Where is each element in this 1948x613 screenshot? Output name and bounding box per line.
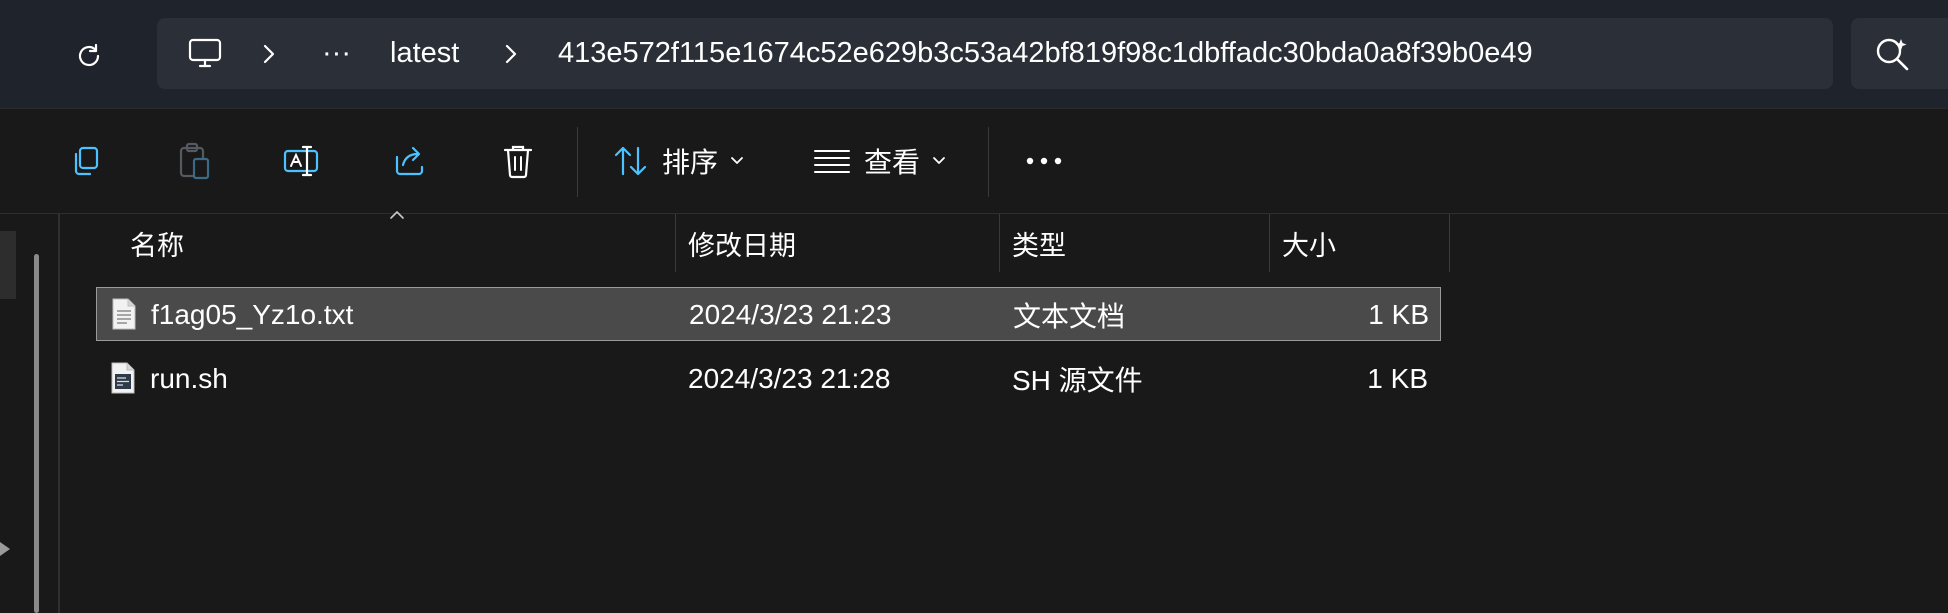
file-name: run.sh — [150, 363, 228, 394]
paste-icon — [179, 142, 210, 180]
address-region: ··· latest 413e572f115e1674c52e629b3c53a… — [0, 0, 1948, 108]
address-bar[interactable]: ··· latest 413e572f115e1674c52e629b3c53a… — [157, 18, 1833, 89]
more-options-button[interactable] — [1020, 137, 1068, 185]
this-pc-icon — [188, 38, 222, 67]
view-button[interactable]: 查看 — [812, 131, 946, 191]
sort-button[interactable]: 排序 — [612, 131, 744, 191]
paste-button[interactable] — [170, 137, 218, 185]
view-icon — [814, 150, 850, 173]
command-bar: 排序 查看 — [0, 108, 1948, 214]
breadcrumb-item-current[interactable]: 413e572f115e1674c52e629b3c53a42bf819f98c… — [558, 18, 1533, 89]
chevron-right-icon — [505, 44, 517, 63]
this-pc-button[interactable] — [187, 18, 223, 89]
delete-button[interactable] — [494, 137, 542, 185]
column-header-type[interactable]: 类型 — [999, 214, 1269, 272]
chevron-down-icon — [731, 157, 743, 164]
file-modified: 2024/3/23 21:28 — [688, 363, 891, 394]
view-label: 查看 — [864, 147, 921, 178]
file-modified: 2024/3/23 21:23 — [689, 299, 892, 330]
copy-button[interactable] — [62, 137, 110, 185]
column-header-name[interactable]: 名称 — [96, 214, 675, 272]
chevron-down-icon — [933, 157, 945, 164]
file-row[interactable]: run.sh 2024/3/23 21:28 SH 源文件 1 KB — [96, 352, 1441, 406]
column-header-size[interactable]: 大小 — [1269, 214, 1449, 272]
rename-icon — [283, 145, 319, 177]
copy-icon — [74, 146, 99, 176]
refresh-button[interactable] — [69, 36, 109, 76]
file-row[interactable]: f1ag05_Yz1o.txt 2024/3/23 21:23 文本文档 1 K… — [96, 287, 1441, 341]
nav-selected-item[interactable] — [0, 231, 16, 299]
sort-icon — [614, 146, 647, 176]
breadcrumb-overflow[interactable]: ··· — [322, 18, 351, 89]
file-type: 文本文档 — [1013, 301, 1126, 332]
breadcrumb-item-latest[interactable]: latest — [390, 18, 459, 89]
search-box[interactable] — [1851, 18, 1948, 89]
toolbar-divider — [577, 127, 578, 197]
breadcrumb-chevron[interactable] — [261, 18, 277, 89]
navigation-pane[interactable] — [0, 214, 60, 613]
column-divider[interactable] — [1449, 214, 1450, 272]
more-icon — [1026, 157, 1062, 165]
toolbar-divider — [988, 127, 989, 197]
script-file-icon — [111, 362, 135, 394]
nav-expand-icon[interactable] — [0, 539, 14, 559]
text-file-icon — [112, 298, 136, 330]
search-icon — [1876, 38, 1909, 71]
column-header-row: 名称 修改日期 类型 大小 — [96, 214, 1450, 272]
nav-scrollbar[interactable] — [34, 254, 39, 613]
refresh-icon — [78, 43, 100, 67]
file-size: 1 KB — [1368, 299, 1429, 330]
breadcrumb-chevron[interactable] — [503, 18, 519, 89]
chevron-right-icon — [263, 44, 275, 63]
sort-label: 排序 — [662, 147, 719, 178]
file-type: SH 源文件 — [1012, 365, 1143, 396]
file-name: f1ag05_Yz1o.txt — [151, 299, 354, 330]
share-icon — [395, 146, 424, 176]
column-header-modified[interactable]: 修改日期 — [675, 214, 999, 272]
file-size: 1 KB — [1367, 363, 1428, 394]
share-button[interactable] — [386, 137, 434, 185]
delete-icon — [503, 145, 533, 179]
rename-button[interactable] — [278, 137, 326, 185]
